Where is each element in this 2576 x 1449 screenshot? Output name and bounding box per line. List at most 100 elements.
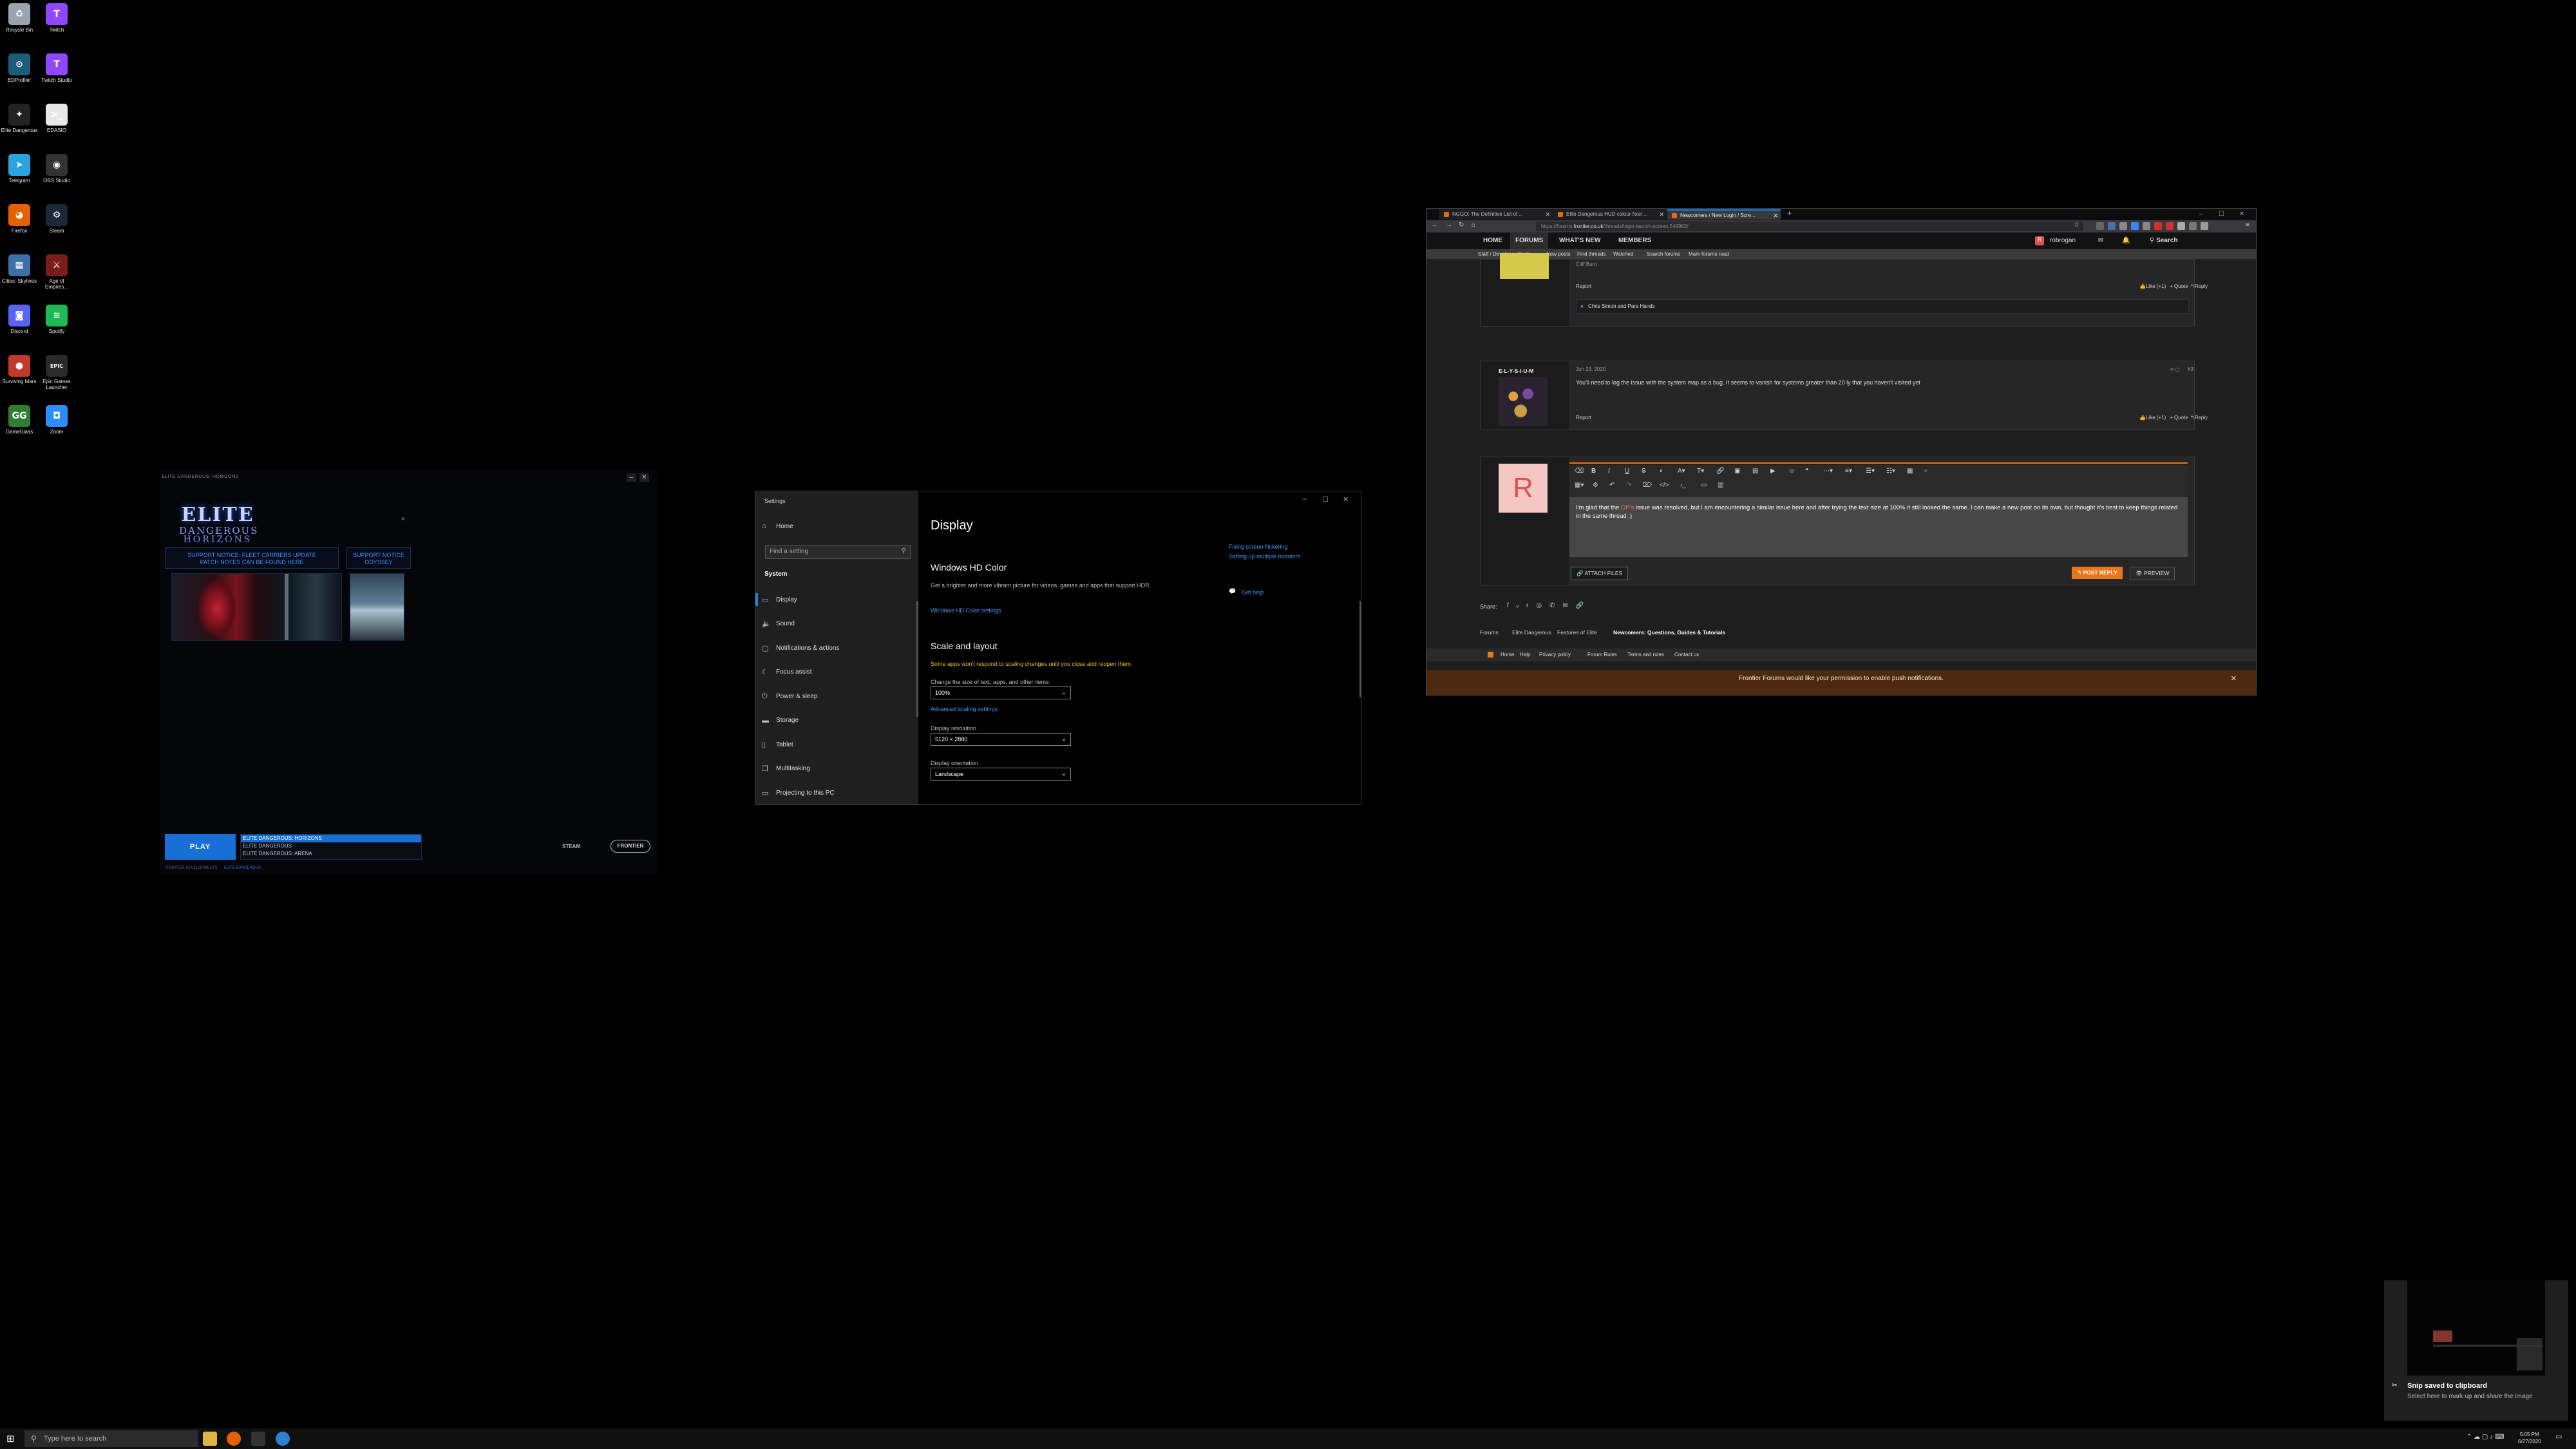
subnav-link[interactable]: Mark forums read — [1689, 251, 1729, 257]
extension-icon[interactable] — [2189, 222, 2197, 230]
underline-icon[interactable]: U — [1625, 468, 1629, 475]
sidebar-item-storage[interactable]: ▬ Storage — [762, 709, 916, 732]
settings-home[interactable]: ⌂ Home — [762, 515, 916, 538]
report-link[interactable]: Report — [1576, 415, 1591, 421]
desktop-icon[interactable]: ◙ Discord — [0, 305, 39, 334]
list-icon[interactable]: ☰▾ — [1866, 468, 1875, 475]
scale-dropdown[interactable]: 100% ⌄ — [931, 687, 1071, 699]
desktop-icon[interactable]: ⚔ Age of Empires... — [37, 254, 76, 290]
user-avatar[interactable]: R — [2035, 236, 2044, 245]
desktop-icon[interactable]: EPIC Epic Games Launcher — [37, 355, 76, 390]
sidebar-item-focus-assist[interactable]: ☾ Focus assist — [762, 661, 916, 684]
reply-button[interactable]: ↰Reply — [2190, 283, 2208, 289]
font-size-icon[interactable]: A▾ — [1678, 468, 1685, 475]
windows-start-icon[interactable]: ⊞ — [6, 1433, 15, 1444]
more-icon[interactable]: ⋯▾ — [1823, 468, 1833, 475]
color-icon[interactable]: ◐ — [1660, 468, 1663, 475]
get-help-link[interactable]: Get help — [1242, 589, 1264, 596]
sidebar-item-tablet[interactable]: ▯ Tablet — [762, 733, 916, 756]
breadcrumb-item[interactable]: Forums — [1480, 629, 1499, 636]
share-icon[interactable]: ⋖ ◻ — [2170, 366, 2180, 372]
footer-link[interactable]: Privacy policy — [1539, 652, 1571, 658]
reply-textarea[interactable]: I'm glad that the OP's issue was resolve… — [1569, 497, 2188, 557]
link-icon[interactable]: 🔗 — [1716, 468, 1724, 475]
nav-whats-new[interactable]: WHAT'S NEW — [1554, 232, 1605, 249]
quote-button[interactable]: + Quote — [2170, 283, 2188, 289]
sidebar-item-display[interactable]: ▭ Display — [755, 588, 916, 611]
redo-icon[interactable]: ↷ — [1626, 482, 1631, 489]
subnav-link[interactable]: New posts — [1546, 251, 1570, 257]
attach-files-button[interactable]: 🔗 ATTACH FILES — [1571, 567, 1629, 580]
post-number[interactable]: #3 — [2188, 366, 2193, 372]
browser-tab-active[interactable]: Newcomers / New Login / Scre... ✕ — [1667, 209, 1781, 220]
extension-icon[interactable] — [2119, 222, 2127, 230]
desktop-icon[interactable]: ≋ Spotify — [37, 305, 76, 334]
sidebar-item-notifications-actions[interactable]: ▢ Notifications & actions — [762, 636, 916, 659]
post-reply-button[interactable]: ↰ POST REPLY — [2072, 567, 2123, 579]
bold-icon[interactable]: B — [1591, 468, 1596, 475]
table-icon[interactable]: ☷▾ — [1886, 468, 1895, 475]
desktop-icon[interactable]: ◕ Firefox — [0, 204, 39, 234]
share-icons[interactable]: fᵥr◎✆✉🔗 — [1507, 602, 1591, 609]
avatar[interactable] — [1499, 377, 1548, 426]
rss-icon[interactable] — [1488, 652, 1493, 658]
snip-thumbnail[interactable] — [2407, 1280, 2545, 1376]
mail-icon[interactable]: ✉ — [2093, 232, 2108, 249]
game-option[interactable]: ELITE DANGEROUS — [241, 842, 421, 850]
desktop-icon[interactable]: GG GameGlass — [0, 405, 39, 435]
orientation-dropdown[interactable]: Landscape ⌄ — [931, 768, 1071, 781]
subnav-link[interactable]: Search forums — [1647, 251, 1680, 257]
multi-monitor-link[interactable]: Setting up multiple monitors — [1229, 553, 1300, 560]
italic-icon[interactable]: I — [1608, 468, 1610, 475]
taskbar-search-input[interactable]: ⚲ Type here to search — [24, 1430, 198, 1447]
extension-icon[interactable] — [2201, 222, 2208, 230]
support-notice-fleet-carriers[interactable]: SUPPORT NOTICE: FLEET CARRIERS UPDATE PA… — [165, 547, 339, 569]
footer-link[interactable]: Help — [1520, 652, 1530, 658]
support-notice-odyssey[interactable]: SUPPORT NOTICE ODYSSEY — [346, 547, 411, 569]
video-icon[interactable]: ▶ — [1770, 468, 1776, 475]
avatar[interactable]: R — [1499, 464, 1548, 513]
maximize-icon[interactable]: ☐ — [1322, 495, 1329, 504]
desktop-icon[interactable]: ✦ Elite Dangerous — [0, 104, 39, 133]
preview-button[interactable]: 👁 PREVIEW — [2130, 567, 2175, 580]
desktop-icon[interactable]: T Twitch Studio — [37, 53, 76, 83]
advanced-scaling-link[interactable]: Advanced scaling settings — [931, 706, 998, 712]
desktop-icon[interactable]: ⊙ EDProfiler — [0, 53, 39, 83]
play-button[interactable]: PLAY — [165, 834, 236, 860]
settings-icon[interactable]: ⚙ — [1593, 482, 1598, 489]
maximize-icon[interactable]: ☐ — [2219, 211, 2224, 218]
elite-launcher-icon[interactable] — [251, 1432, 265, 1446]
font-icon[interactable]: T▾ — [1697, 468, 1704, 475]
like-button[interactable]: 👍Like (+1) — [2139, 283, 2166, 289]
reactions-bar[interactable]: ● Chris Simon and Para Hands — [1576, 299, 2189, 314]
desktop-icon[interactable]: T Twitch — [37, 3, 76, 33]
scrollbar[interactable] — [1359, 601, 1361, 697]
nav-scrollbar[interactable] — [916, 601, 918, 717]
flicker-link[interactable]: Fixing screen flickering — [1229, 544, 1288, 550]
game-option[interactable]: ELITE DANGEROUS: HORIZONS — [241, 835, 421, 842]
home-icon[interactable]: ⌂ — [1472, 222, 1475, 229]
game-select-list[interactable]: ELITE DANGEROUS: HORIZONS ELITE DANGEROU… — [240, 834, 422, 860]
extension-icon[interactable] — [2143, 222, 2150, 230]
extension-icon[interactable] — [2131, 222, 2139, 230]
back-icon[interactable]: ← — [1432, 222, 1438, 229]
url-bar[interactable]: https://forums.frontier.co.uk/threads/lo… — [1536, 222, 2083, 231]
preview-icon[interactable]: ▥ — [1718, 482, 1723, 489]
close-icon[interactable]: ✕ — [639, 473, 649, 482]
user-name[interactable]: robrogan — [2045, 232, 2081, 249]
close-icon[interactable]: ✕ — [2239, 211, 2244, 218]
desktop-icon[interactable]: >_ EDASIO — [37, 104, 76, 133]
new-tab-icon[interactable]: + — [1787, 209, 1792, 218]
image-icon[interactable]: ▣ — [1734, 468, 1740, 475]
extension-icon[interactable] — [2154, 222, 2162, 230]
eraser-icon[interactable]: ⌫ — [1575, 468, 1584, 475]
sidebar-item-sound[interactable]: 🔈 Sound — [762, 612, 916, 636]
desktop-icon[interactable]: ➤ Telegram — [0, 154, 39, 184]
browser-tab[interactable]: NGGO: The Definitive List of ... ✕ — [1439, 209, 1553, 220]
report-link[interactable]: Report — [1576, 283, 1591, 289]
desktop-icon[interactable]: ● Surviving Mars — [0, 355, 39, 384]
breadcrumb-item[interactable]: Newcomers: Questions, Guides & Tutorials — [1613, 629, 1725, 636]
action-center-icon[interactable]: ▭ — [2555, 1434, 2562, 1441]
emoji-icon[interactable]: ☺ — [1788, 468, 1795, 475]
bell-icon[interactable]: 🔔 — [2117, 232, 2135, 249]
